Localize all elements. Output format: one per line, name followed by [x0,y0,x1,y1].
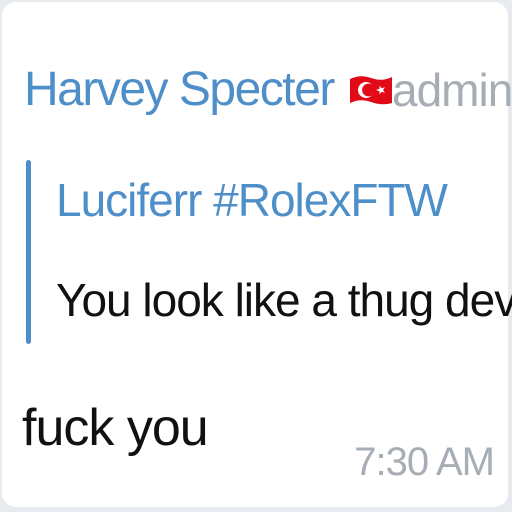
message-timestamp: 7:30 AM [354,440,495,484]
message-bubble[interactable]: Harvey Specter admin Luciferr #RolexFTW … [2,2,512,507]
message-text: fuck you [22,399,209,457]
reply-quote[interactable]: Luciferr #RolexFTW You look like a thug … [26,160,512,350]
reply-text: You look like a thug dev [56,274,512,326]
admin-badge: admin [392,64,512,116]
turkey-flag-icon [348,73,394,107]
message-header: Harvey Specter [24,58,394,122]
reply-author: Luciferr #RolexFTW [56,174,448,226]
sender-name[interactable]: Harvey Specter [24,58,335,122]
reply-quote-bar [26,160,31,344]
